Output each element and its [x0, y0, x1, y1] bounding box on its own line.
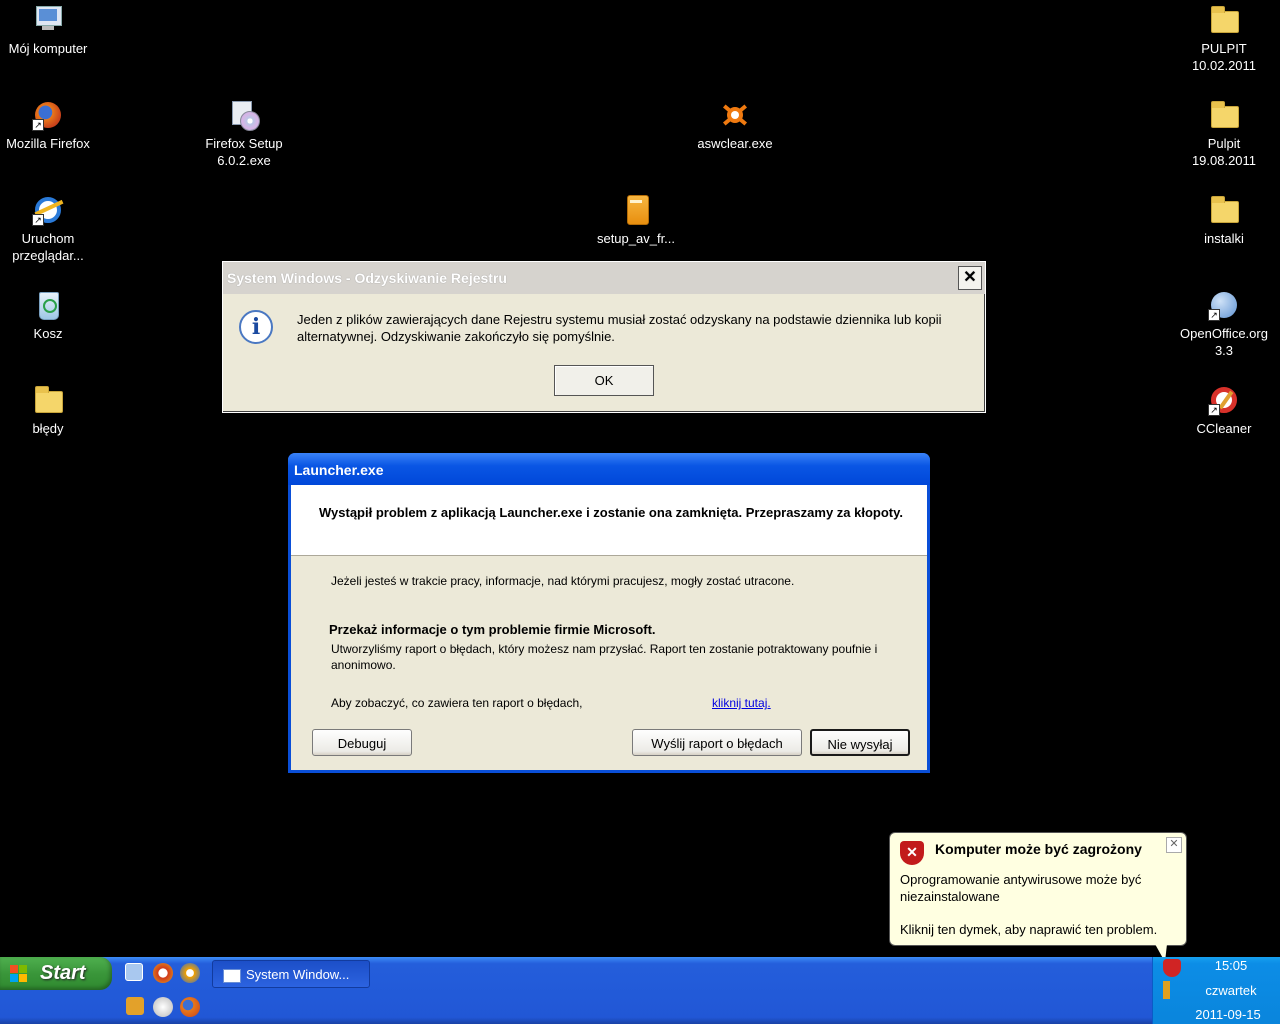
desktop-icon-aswclear[interactable]: aswclear.exe: [687, 99, 783, 152]
launcher-error-dialog: Launcher.exe Wystąpił problem z aplikacj…: [288, 453, 930, 773]
desktop-icon-pulpit-2011-02[interactable]: PULPIT 10.02.2011: [1176, 4, 1272, 74]
clock-day: czwartek: [1205, 983, 1257, 998]
desktop-icon-label: Mój komputer: [8, 41, 88, 56]
internet-explorer-icon: ↗: [32, 194, 64, 226]
start-label: Start: [40, 962, 86, 984]
desktop-icon-firefox[interactable]: ↗ Mozilla Firefox: [0, 99, 96, 152]
launcher-dialog-title: Launcher.exe: [294, 462, 384, 478]
desktop-icon-pulpit-2011-08[interactable]: Pulpit 19.08.2011: [1176, 99, 1272, 169]
launcher-dialog-titlebar[interactable]: Launcher.exe: [288, 453, 930, 485]
info-icon: i: [239, 310, 273, 344]
taskbar-window-label: System Window...: [246, 967, 350, 982]
dont-send-button[interactable]: Nie wysyłaj: [810, 729, 910, 756]
desktop-icon-openoffice[interactable]: ↗ OpenOffice.org 3.3: [1176, 289, 1272, 359]
desktop-icon-label: Uruchom przeglądar...: [12, 231, 84, 263]
start-button[interactable]: Start: [0, 957, 112, 990]
shortcut-arrow-icon: ↗: [1208, 404, 1220, 416]
balloon-title: Komputer może być zagrożony: [935, 841, 1142, 857]
desktop-icon-internet-explorer[interactable]: ↗ Uruchom przeglądar...: [0, 194, 96, 264]
desktop-icon-label: Kosz: [33, 326, 63, 341]
system-tray: 15:05 czwartek 2011-09-15: [1152, 957, 1280, 1024]
desktop-icon-label: Mozilla Firefox: [6, 136, 90, 151]
taskbar-window-button[interactable]: System Window...: [212, 960, 370, 988]
clock-time[interactable]: 15:05: [1153, 958, 1280, 973]
desktop-icon-label: OpenOffice.org 3.3: [1180, 326, 1268, 358]
clock-date: 2011-09-15: [1195, 1007, 1261, 1022]
security-shield-icon: ✕: [900, 841, 924, 865]
avast-icon: [719, 99, 751, 131]
desktop-icon-my-computer[interactable]: Mój komputer: [0, 4, 96, 57]
desktop-icon-label: Pulpit 19.08.2011: [1191, 136, 1257, 168]
desktop-icon-label: setup_av_fr...: [596, 231, 676, 246]
report-text: Utworzyliśmy raport o błędach, który moż…: [331, 642, 878, 672]
report-heading: Przekaż informacje o tym problemie firmi…: [329, 622, 656, 637]
desktop-icon-firefox-setup[interactable]: Firefox Setup 6.0.2.exe: [196, 99, 292, 169]
windows-logo-icon: [10, 965, 28, 983]
registry-dialog-titlebar[interactable]: System Windows - Odzyskiwanie Rejestru ✕: [223, 262, 985, 294]
registry-dialog-message: Jeden z plików zawierających dane Rejest…: [297, 312, 942, 344]
folder-icon: [1208, 194, 1240, 226]
media-player-icon[interactable]: [180, 963, 200, 983]
debug-button[interactable]: Debuguj: [312, 729, 412, 756]
ok-button[interactable]: OK: [554, 365, 654, 396]
registry-recovery-dialog: System Windows - Odzyskiwanie Rejestru ✕…: [222, 261, 986, 413]
window-icon: [223, 969, 241, 983]
desktop-icon-label: aswclear.exe: [697, 136, 773, 151]
folder-icon: [32, 384, 64, 416]
desktop-icon-bledy-folder[interactable]: błędy: [0, 384, 96, 437]
folder-icon: [1208, 99, 1240, 131]
installer-cd-icon: [228, 99, 260, 131]
security-warning-balloon[interactable]: ✕ Komputer może być zagrożony ✕ Oprogram…: [889, 832, 1187, 962]
registry-dialog-title: System Windows - Odzyskiwanie Rejestru: [227, 270, 507, 286]
desktop-icon-label: CCleaner: [1196, 421, 1252, 436]
openoffice-icon: ↗: [1208, 289, 1240, 321]
internet-explorer-icon[interactable]: [153, 963, 173, 983]
winamp-icon[interactable]: [126, 997, 144, 1015]
desktop-icon-label: instalki: [1204, 231, 1244, 246]
balloon-body: Oprogramowanie antywirusowe może być nie…: [900, 872, 1142, 904]
balloon-action-text: Kliknij ten dymek, aby naprawić ten prob…: [900, 922, 1158, 937]
click-here-link[interactable]: kliknij tutaj.: [712, 696, 771, 710]
firefox-icon[interactable]: [180, 997, 200, 1017]
desktop-icon-recycle-bin[interactable]: Kosz: [0, 289, 96, 342]
launcher-error-heading: Wystąpił problem z aplikacją Launcher.ex…: [319, 505, 904, 520]
work-lost-text: Jeżeli jesteś w trakcie pracy, informacj…: [331, 574, 795, 588]
desktop-icon-ccleaner[interactable]: ↗ CCleaner: [1176, 384, 1272, 437]
desktop-icon-label: PULPIT 10.02.2011: [1191, 41, 1257, 73]
shortcut-arrow-icon: ↗: [32, 119, 44, 131]
close-icon[interactable]: ✕: [1166, 837, 1182, 853]
folder-icon: [1208, 4, 1240, 36]
send-error-report-button[interactable]: Wyślij raport o błędach: [632, 729, 802, 756]
close-icon[interactable]: ✕: [958, 266, 982, 290]
desktop-icon-instalki[interactable]: instalki: [1176, 194, 1272, 247]
see-report-text: Aby zobaczyć, co zawiera ten raport o bł…: [331, 696, 583, 710]
firefox-icon: ↗: [32, 99, 64, 131]
desktop-icon-setup-av[interactable]: setup_av_fr...: [588, 194, 684, 247]
show-desktop-icon[interactable]: [125, 963, 143, 981]
taskbar: Start System Window... 15:05 czwartek 20…: [0, 957, 1280, 1024]
my-computer-icon: [32, 4, 64, 36]
shortcut-arrow-icon: ↗: [32, 214, 44, 226]
shortcut-arrow-icon: ↗: [1208, 309, 1220, 321]
globe-icon[interactable]: [153, 997, 173, 1017]
recycle-bin-icon: [32, 289, 64, 321]
setup-package-icon: [620, 194, 652, 226]
ccleaner-icon: ↗: [1208, 384, 1240, 416]
desktop-icon-label: Firefox Setup 6.0.2.exe: [205, 136, 283, 168]
launcher-dialog-header: Wystąpił problem z aplikacją Launcher.ex…: [291, 485, 927, 556]
desktop-icon-label: błędy: [32, 421, 64, 436]
